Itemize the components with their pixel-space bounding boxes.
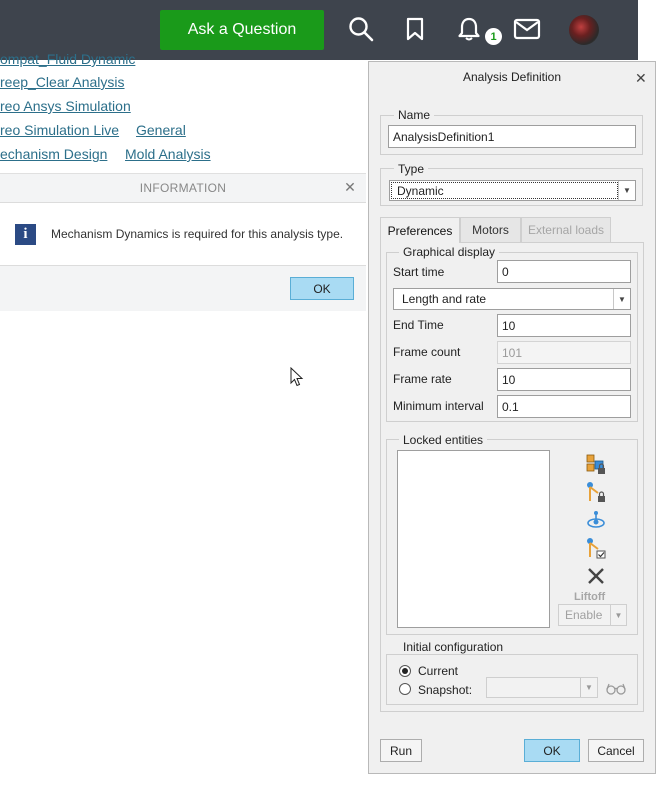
ok-button[interactable]: OK (524, 739, 580, 762)
link-creo-ansys-simulation[interactable]: reo Ansys Simulation (0, 98, 131, 114)
glasses-icon[interactable] (605, 677, 627, 699)
user-avatar[interactable] (569, 15, 599, 45)
ask-question-button[interactable]: Ask a Question (160, 10, 324, 50)
info-ok-button[interactable]: OK (290, 277, 354, 300)
type-select-value: Dynamic (391, 182, 618, 199)
lock-connections-icon[interactable] (585, 481, 607, 503)
notification-count-badge: 1 (485, 28, 502, 45)
tab-preferences[interactable]: Preferences (380, 217, 460, 243)
run-button[interactable]: Run (380, 739, 422, 762)
enable-label: Enable (565, 608, 603, 622)
start-time-label: Start time (393, 265, 445, 279)
current-radio[interactable] (399, 665, 411, 677)
delete-icon[interactable] (585, 565, 607, 587)
link-compat-fluid-dynamic[interactable]: ompat_Fluid Dynamic (0, 51, 135, 67)
end-time-input[interactable]: 10 (497, 314, 631, 337)
information-dialog-title: INFORMATION (139, 181, 227, 195)
information-dialog: INFORMATION ✕ i Mechanism Dynamics is re… (0, 173, 366, 311)
link-creo-simulation-live[interactable]: reo Simulation Live (0, 122, 119, 138)
liftoff-label: Liftoff (574, 591, 606, 603)
lock-bodies-icon[interactable] (585, 453, 607, 475)
type-group-label: Type (394, 162, 429, 176)
tab-motors[interactable]: Motors (460, 217, 521, 242)
graphical-display-label: Graphical display (399, 245, 500, 259)
frame-count-input: 101 (497, 341, 631, 364)
snapshot-label: Snapshot: (418, 683, 473, 697)
cancel-button[interactable]: Cancel (588, 739, 644, 762)
close-icon[interactable]: ✕ (343, 180, 357, 194)
locked-entities-label: Locked entities (399, 433, 488, 447)
information-message: Mechanism Dynamics is required for this … (51, 227, 344, 241)
link-general[interactable]: General (136, 122, 186, 138)
link-mold-analysis[interactable]: Mold Analysis (125, 146, 211, 162)
notification-bell-icon[interactable] (454, 14, 484, 44)
display-mode-value: Length and rate (402, 292, 487, 306)
link-mechanism-design[interactable]: echanism Design (0, 146, 107, 162)
information-dialog-body: i Mechanism Dynamics is required for thi… (0, 202, 366, 266)
frame-count-label: Frame count (393, 345, 461, 359)
search-icon[interactable] (346, 14, 376, 44)
snapshot-radio[interactable] (399, 683, 411, 695)
tab-external-loads[interactable]: External loads (521, 217, 611, 242)
link-creep-clear-analysis[interactable]: reep_Clear Analysis (0, 74, 125, 90)
display-mode-select[interactable]: Length and rate ▼ (393, 288, 631, 310)
snapshot-select[interactable]: ▼ (486, 677, 598, 698)
analysis-definition-panel: Analysis Definition ✕ Name AnalysisDefin… (368, 61, 656, 774)
info-icon: i (15, 224, 36, 245)
chevron-down-icon[interactable]: ▼ (613, 289, 630, 309)
minimum-interval-label: Minimum interval (393, 399, 484, 413)
minimum-interval-input[interactable]: 0.1 (497, 395, 631, 418)
mail-icon[interactable] (512, 14, 542, 44)
chevron-down-icon[interactable]: ▼ (580, 678, 597, 697)
enable-dropdown-button[interactable]: Enable ▼ (558, 604, 627, 626)
chevron-down-icon[interactable]: ▼ (610, 605, 626, 625)
current-label: Current (418, 664, 459, 678)
type-select[interactable]: Dynamic ▼ (389, 180, 636, 201)
name-group-label: Name (394, 108, 435, 122)
lock-connection-check-icon[interactable] (585, 537, 607, 559)
name-input[interactable]: AnalysisDefinition1 (388, 125, 636, 148)
initial-configuration-label: Initial configuration (399, 640, 508, 654)
mouse-cursor-icon (290, 367, 304, 387)
chevron-down-icon[interactable]: ▼ (618, 181, 635, 200)
lock-cam-icon[interactable] (585, 509, 607, 531)
frame-rate-label: Frame rate (393, 372, 452, 386)
bookmark-icon[interactable] (400, 14, 430, 44)
frame-rate-input[interactable]: 10 (497, 368, 631, 391)
locked-entities-list[interactable] (397, 450, 550, 628)
start-time-input[interactable]: 0 (497, 260, 631, 283)
panel-title: Analysis Definition (462, 70, 562, 84)
close-icon[interactable]: ✕ (635, 70, 647, 87)
end-time-label: End Time (393, 318, 444, 332)
